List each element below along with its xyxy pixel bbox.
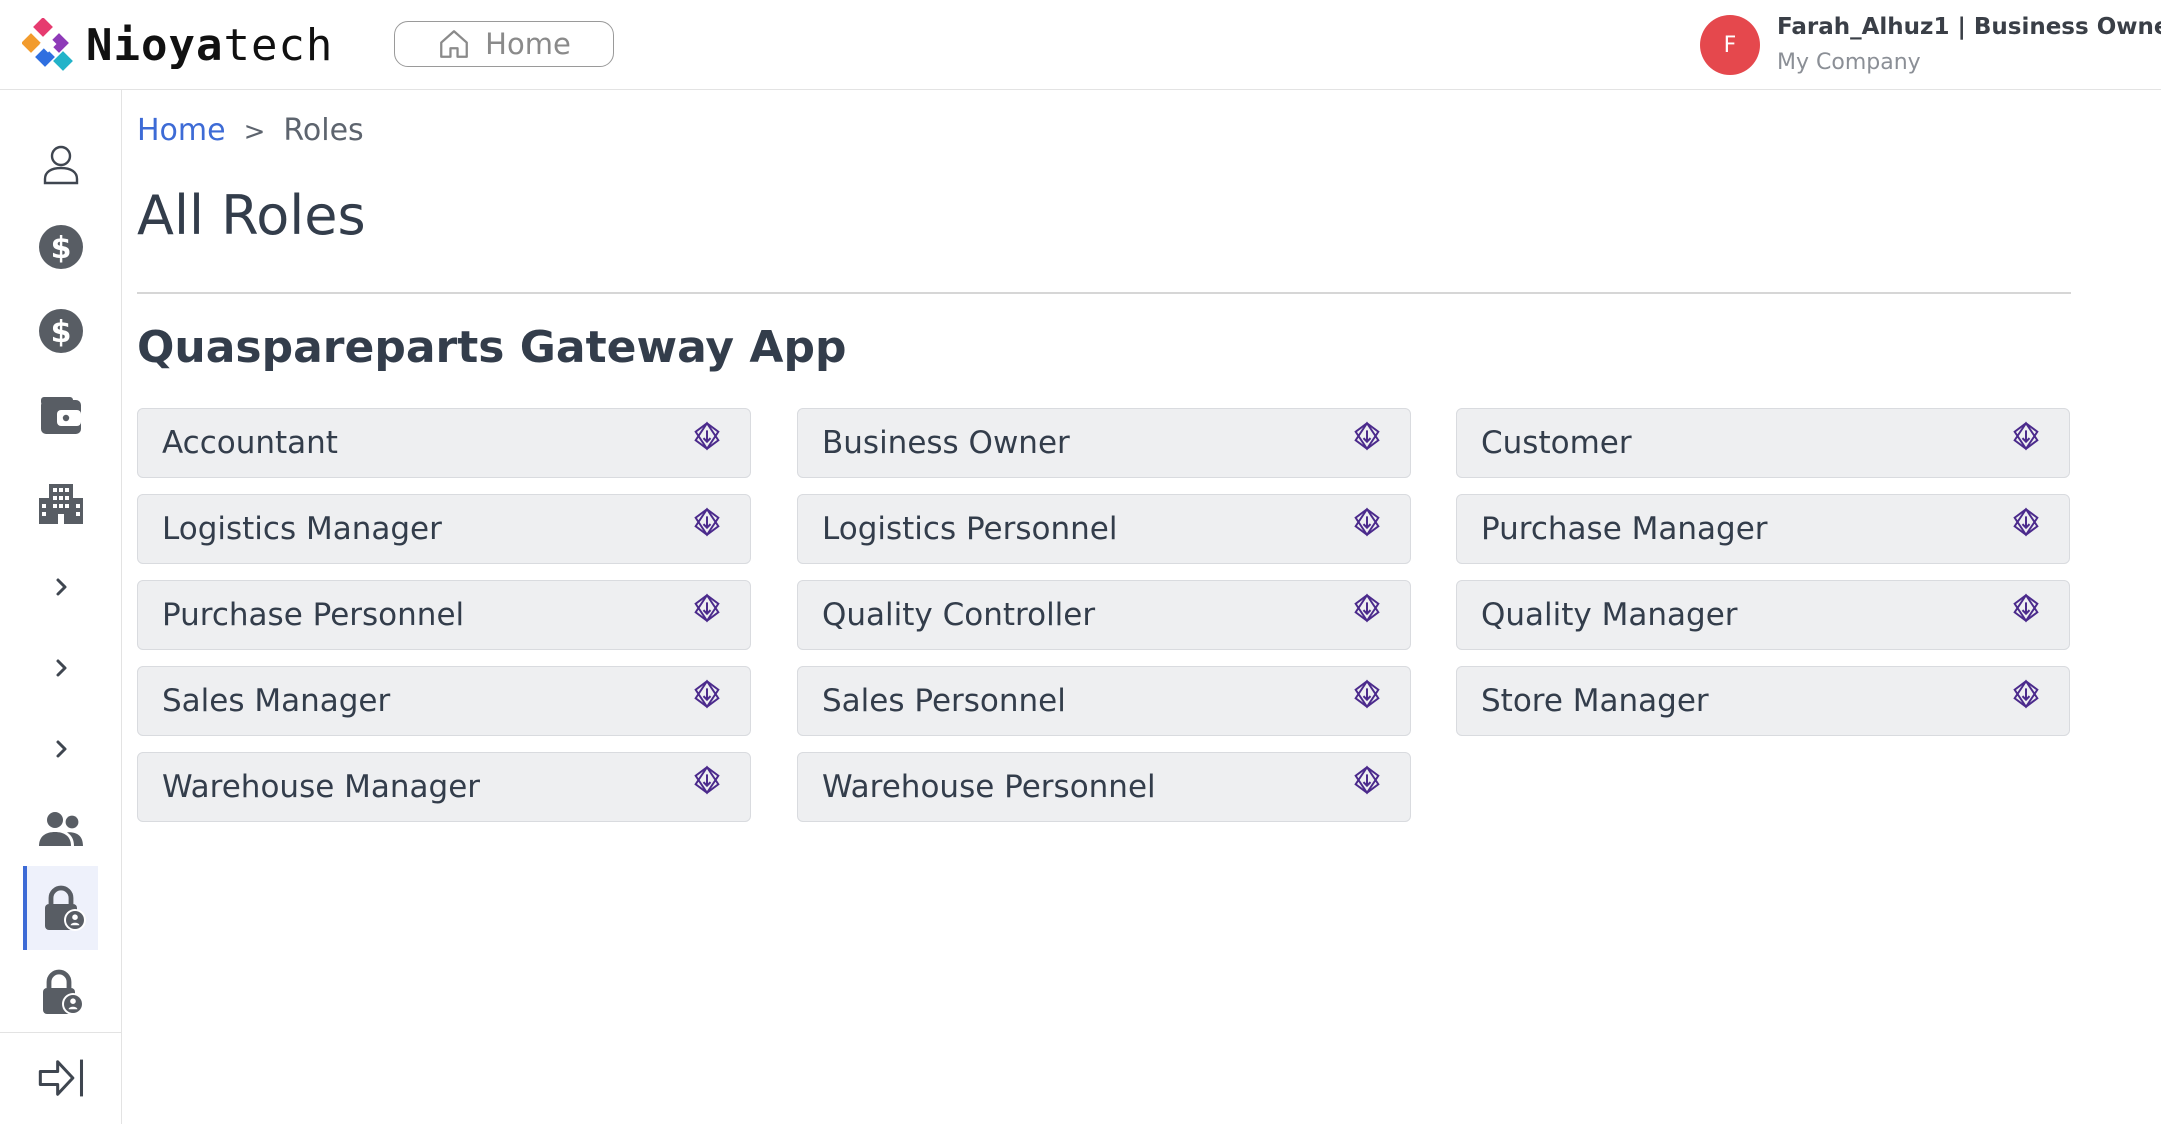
breadcrumb-home-link[interactable]: Home [137, 113, 226, 148]
building-icon [39, 484, 83, 524]
role-permissions-icon[interactable] [690, 677, 724, 711]
users-icon [39, 812, 83, 846]
page-title: All Roles [137, 184, 366, 247]
role-label: Quality Manager [1481, 597, 1738, 633]
home-icon [440, 30, 469, 58]
role-label: Accountant [162, 425, 338, 461]
role-label: Sales Personnel [822, 683, 1066, 719]
role-permissions-icon[interactable] [2009, 419, 2043, 453]
wallet-icon [41, 397, 81, 434]
role-card-store-manager[interactable]: Store Manager [1456, 666, 2070, 736]
sidebar-item-expand-2[interactable] [24, 628, 98, 708]
section-title: Quaspareparts Gateway App [137, 322, 847, 373]
role-card-accountant[interactable]: Accountant [137, 408, 751, 478]
chevron-right-icon [56, 578, 67, 596]
role-card-sales-personnel[interactable]: Sales Personnel [797, 666, 1411, 736]
role-permissions-icon[interactable] [2009, 677, 2043, 711]
role-card-sales-manager[interactable]: Sales Manager [137, 666, 751, 736]
role-card-warehouse-personnel[interactable]: Warehouse Personnel [797, 752, 1411, 822]
dollar-icon: $ [39, 225, 83, 269]
nioyatech-logo[interactable] [22, 18, 78, 74]
role-label: Sales Manager [162, 683, 391, 719]
sidebar-item-users-profile[interactable] [24, 125, 98, 205]
role-label: Store Manager [1481, 683, 1709, 719]
role-permissions-icon[interactable] [1350, 505, 1384, 539]
sidebar-item-expand-3[interactable] [24, 709, 98, 789]
lock-user-icon [43, 969, 84, 1015]
svg-text:$: $ [51, 231, 72, 266]
sidebar-item-wallet[interactable] [24, 376, 98, 456]
chevron-right-icon [56, 659, 67, 677]
role-permissions-icon[interactable] [690, 419, 724, 453]
lock-user-icon [44, 885, 86, 931]
sidebar-item-expand-1[interactable] [24, 547, 98, 627]
title-divider [137, 292, 2071, 294]
role-permissions-icon[interactable] [1350, 677, 1384, 711]
sidebar-item-company[interactable] [24, 464, 98, 544]
chevron-right-icon [56, 740, 67, 758]
role-permissions-icon[interactable] [2009, 591, 2043, 625]
breadcrumb-separator: > [243, 117, 266, 147]
role-label: Logistics Personnel [822, 511, 1118, 547]
role-card-quality-controller[interactable]: Quality Controller [797, 580, 1411, 650]
role-card-customer[interactable]: Customer [1456, 408, 2070, 478]
user-company: My Company [1777, 50, 1921, 75]
svg-text:$: $ [51, 315, 72, 350]
role-label: Logistics Manager [162, 511, 442, 547]
role-card-purchase-personnel[interactable]: Purchase Personnel [137, 580, 751, 650]
role-label: Customer [1481, 425, 1632, 461]
dollar-icon: $ [39, 309, 83, 353]
avatar[interactable]: F [1700, 15, 1760, 75]
user-name: Farah_Alhuz1 | Business Owner [1777, 14, 2161, 40]
home-button-label: Home [485, 27, 571, 61]
role-card-quality-manager[interactable]: Quality Manager [1456, 580, 2070, 650]
role-permissions-icon[interactable] [690, 505, 724, 539]
role-permissions-icon[interactable] [1350, 763, 1384, 797]
role-label: Business Owner [822, 425, 1070, 461]
sidebar-item-permissions[interactable] [24, 952, 98, 1032]
role-permissions-icon[interactable] [690, 591, 724, 625]
sidebar-item-team[interactable] [24, 790, 98, 870]
sidebar-item-roles[interactable] [23, 866, 98, 950]
role-label: Purchase Personnel [162, 597, 465, 633]
breadcrumb-current: Roles [283, 113, 364, 148]
role-permissions-icon[interactable] [1350, 419, 1384, 453]
role-card-business-owner[interactable]: Business Owner [797, 408, 1411, 478]
breadcrumb: Home > Roles [137, 113, 364, 148]
role-permissions-icon[interactable] [2009, 505, 2043, 539]
role-label: Quality Controller [822, 597, 1096, 633]
user-icon [43, 145, 79, 185]
role-label: Warehouse Personnel [822, 769, 1156, 805]
role-card-warehouse-manager[interactable]: Warehouse Manager [137, 752, 751, 822]
sidebar-item-finance[interactable]: $ [24, 207, 98, 287]
role-label: Purchase Manager [1481, 511, 1768, 547]
brand-name: Nioyatech [86, 20, 334, 71]
role-permissions-icon[interactable] [1350, 591, 1384, 625]
sidebar-divider [0, 1032, 121, 1033]
role-card-logistics-manager[interactable]: Logistics Manager [137, 494, 751, 564]
collapse-arrow-icon[interactable] [36, 1052, 88, 1104]
top-header: Nioyatech Home F Farah_Alhuz1 | Business… [0, 0, 2161, 90]
role-label: Warehouse Manager [162, 769, 481, 805]
home-button[interactable]: Home [394, 21, 614, 67]
sidebar-item-payments[interactable]: $ [24, 291, 98, 371]
role-permissions-icon[interactable] [690, 763, 724, 797]
sidebar: $ $ [0, 90, 122, 1124]
role-card-purchase-manager[interactable]: Purchase Manager [1456, 494, 2070, 564]
role-card-logistics-personnel[interactable]: Logistics Personnel [797, 494, 1411, 564]
